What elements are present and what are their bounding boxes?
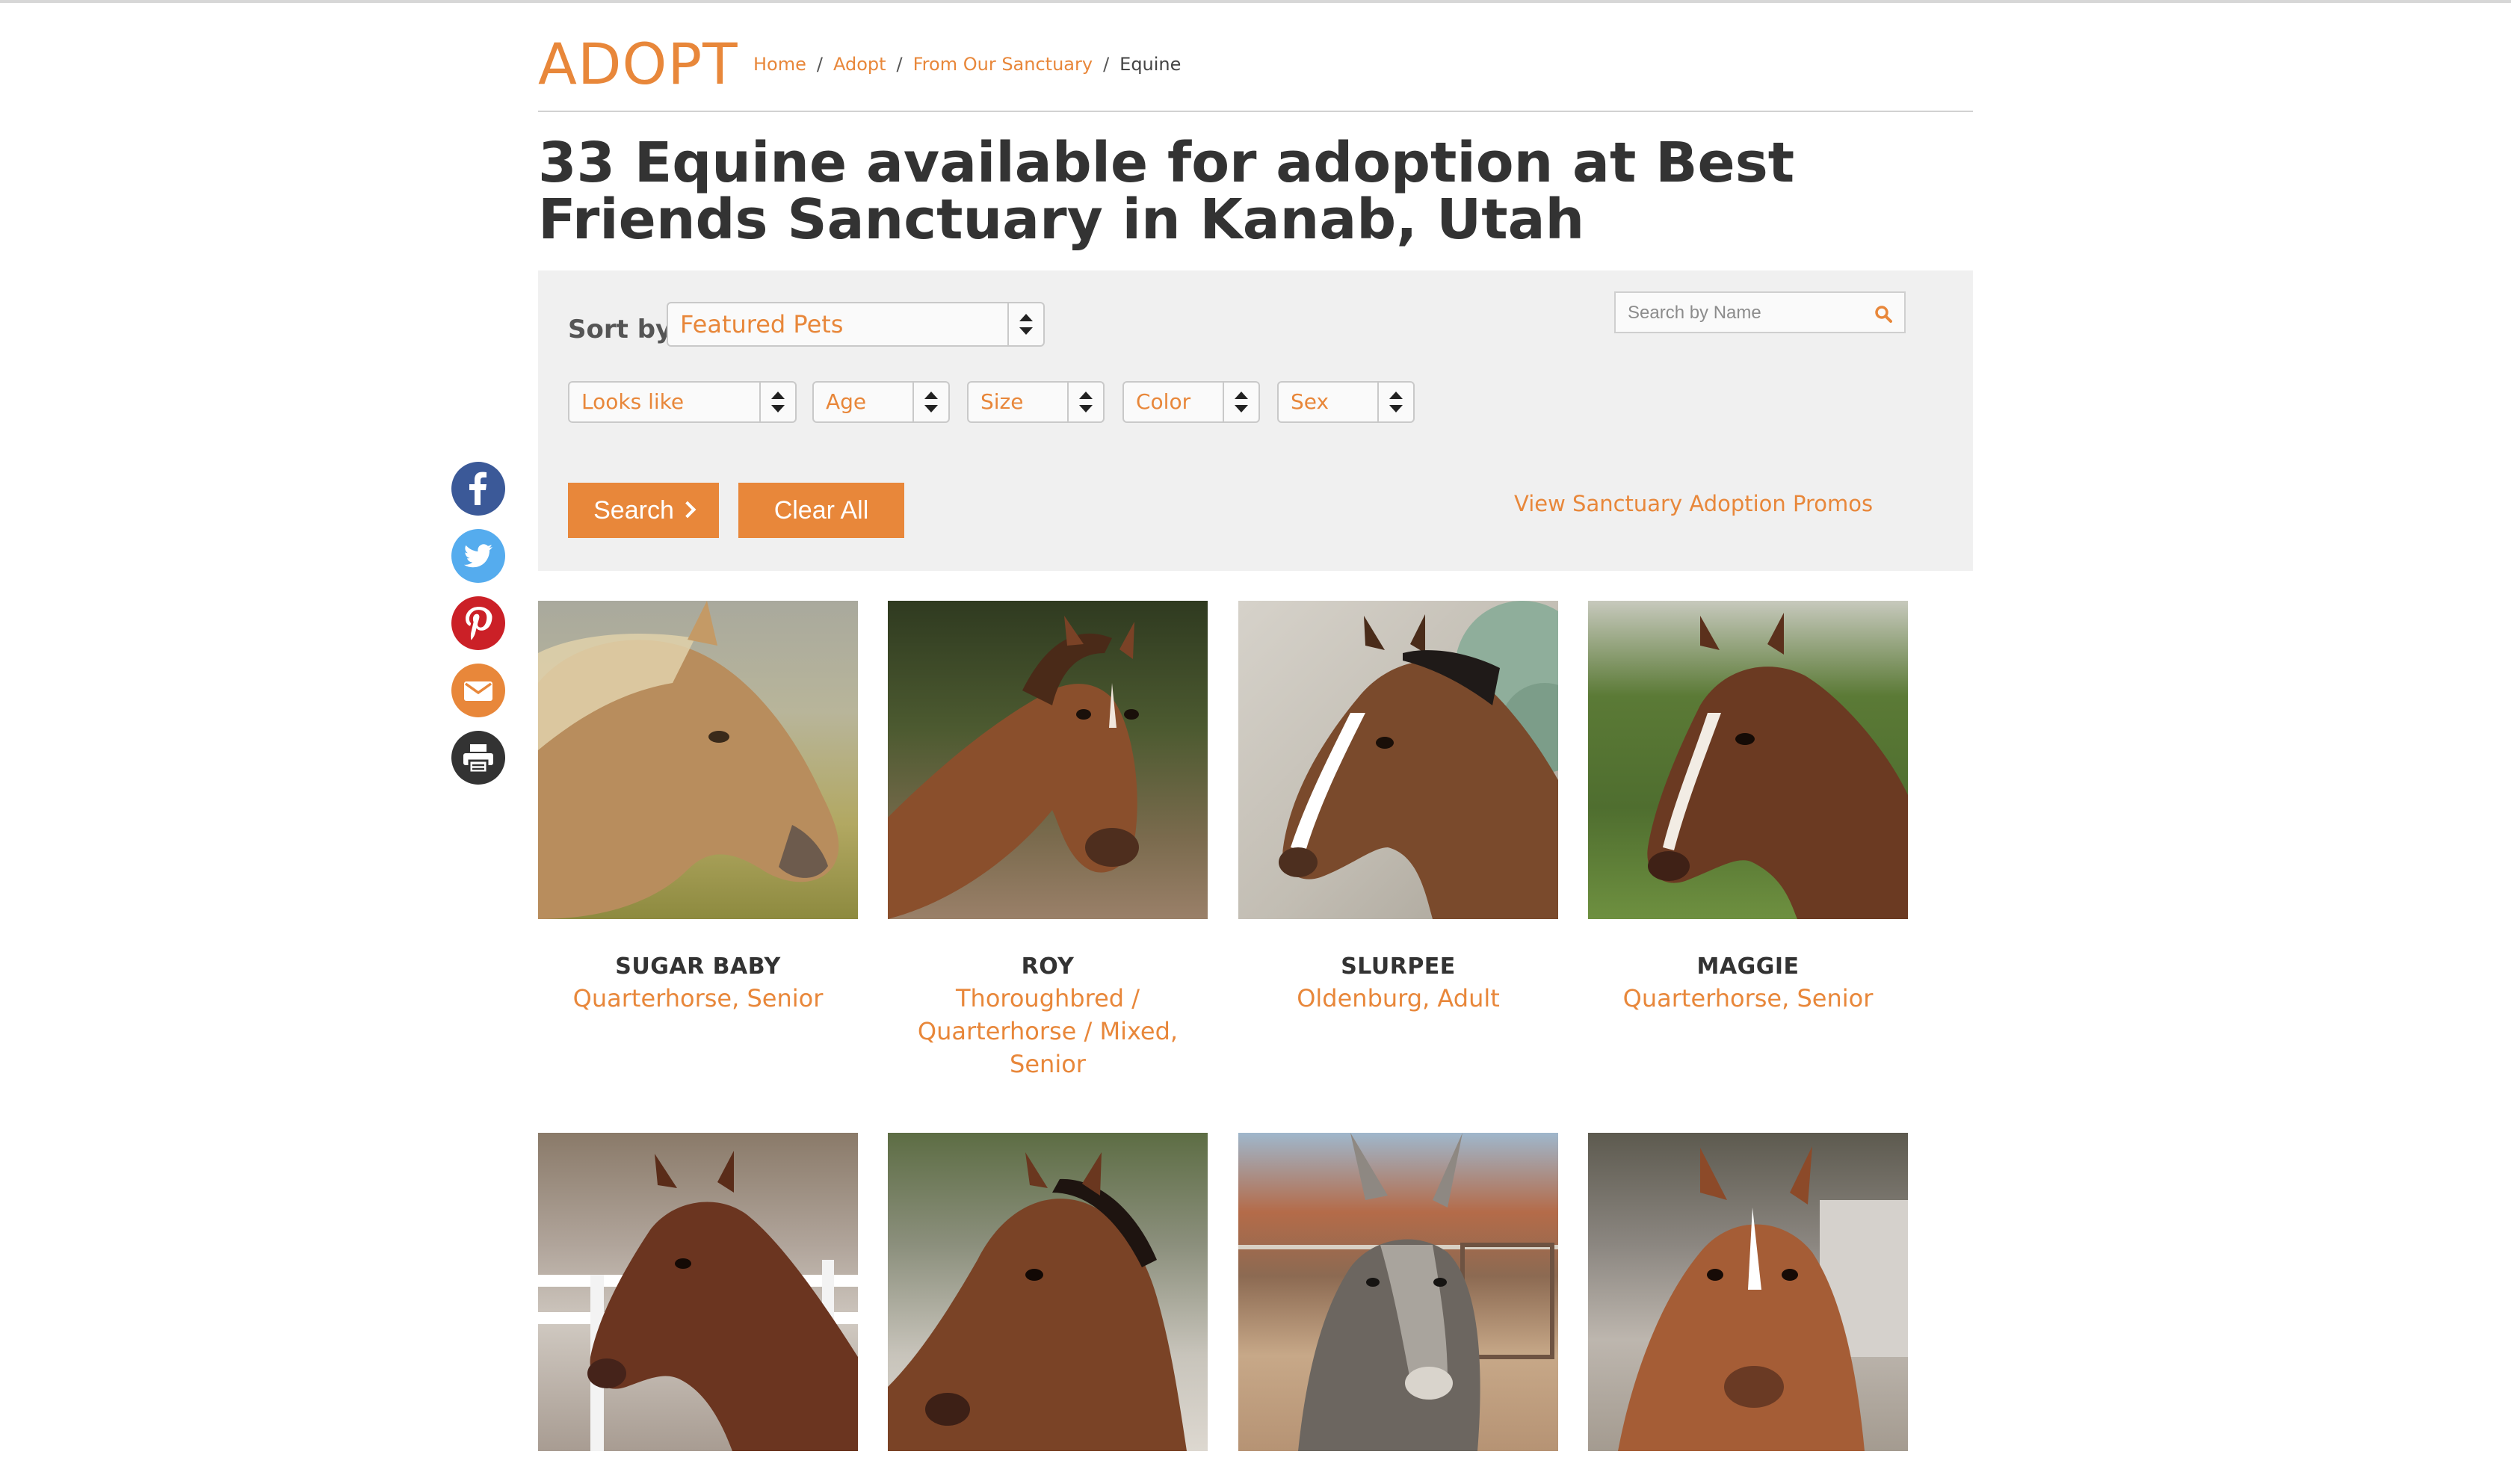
breadcrumb-separator: /: [816, 54, 823, 75]
pet-photo[interactable]: [1588, 1133, 1908, 1451]
breadcrumb-current: Equine: [1119, 54, 1182, 75]
color-value: Color: [1136, 389, 1191, 414]
looks-like-select[interactable]: Looks like: [568, 381, 797, 423]
pet-photo[interactable]: [888, 1133, 1208, 1451]
pet-name[interactable]: SUGAR BABY: [538, 952, 858, 982]
pet-card[interactable]: SLURPEE Oldenburg, Adult: [1238, 601, 1558, 1015]
sex-value: Sex: [1291, 389, 1329, 414]
sanctuary-promos-link[interactable]: View Sanctuary Adoption Promos: [1514, 487, 1873, 520]
sort-value: Featured Pets: [680, 310, 844, 338]
pet-name[interactable]: SLURPEE: [1238, 952, 1558, 982]
chevron-right-icon: [679, 501, 697, 519]
pet-description: Quarterhorse, Senior: [572, 984, 824, 1012]
search-button[interactable]: Search: [568, 483, 719, 538]
pet-card[interactable]: [538, 1133, 858, 1484]
age-select[interactable]: Age: [812, 381, 950, 423]
filter-panel: Sort by Featured Pets Looks like Age Siz…: [538, 270, 1973, 571]
section-title: ADOPT: [538, 31, 738, 97]
breadcrumb-separator: /: [1103, 54, 1110, 75]
pinterest-icon[interactable]: [451, 596, 505, 650]
pet-card[interactable]: [1588, 1133, 1908, 1484]
pet-photo[interactable]: [1588, 601, 1908, 919]
sort-label: Sort by: [568, 315, 673, 344]
pet-photo[interactable]: [1238, 601, 1558, 919]
twitter-icon[interactable]: [451, 529, 505, 583]
search-button-label: Search: [593, 496, 674, 525]
pet-description: Quarterhorse, Senior: [1622, 984, 1874, 1012]
breadcrumb-home[interactable]: Home: [753, 54, 806, 75]
breadcrumb-adopt[interactable]: Adopt: [833, 54, 886, 75]
pet-card[interactable]: SUGAR BABY Quarterhorse, Senior: [538, 601, 858, 1015]
clear-all-button[interactable]: Clear All: [738, 483, 904, 538]
top-border: [0, 0, 2511, 3]
pet-name[interactable]: MAGGIE: [1588, 952, 1908, 982]
email-icon[interactable]: [451, 664, 505, 717]
breadcrumb-separator: /: [896, 54, 903, 75]
pet-name[interactable]: ROY: [888, 952, 1208, 982]
pet-photo[interactable]: [888, 601, 1208, 919]
pet-card[interactable]: ROY Thoroughbred / Quarterhorse / Mixed,…: [888, 601, 1208, 1080]
sort-select[interactable]: Featured Pets: [667, 302, 1045, 347]
age-value: Age: [826, 389, 867, 414]
select-arrows-icon: [1067, 383, 1103, 421]
pet-photo[interactable]: [538, 1133, 858, 1451]
breadcrumb: Home / Adopt / From Our Sanctuary / Equine: [753, 49, 1181, 79]
breadcrumb-sanctuary[interactable]: From Our Sanctuary: [913, 54, 1093, 75]
page-title: 33 Equine available for adoption at Best…: [538, 131, 1795, 252]
sex-select[interactable]: Sex: [1277, 381, 1415, 423]
pet-card[interactable]: [1238, 1133, 1558, 1484]
pet-photo[interactable]: [1238, 1133, 1558, 1451]
select-arrows-icon: [759, 383, 795, 421]
print-icon[interactable]: [451, 731, 505, 785]
color-select[interactable]: Color: [1122, 381, 1260, 423]
facebook-icon[interactable]: [451, 462, 505, 516]
page-header: ADOPT Home / Adopt / From Our Sanctuary / Equi…: [538, 27, 1973, 112]
select-arrows-icon: [1223, 383, 1258, 421]
pet-card[interactable]: [888, 1133, 1208, 1484]
select-arrows-icon: [1007, 303, 1043, 345]
pet-description: Thoroughbred / Quarterhorse / Mixed, Sen…: [917, 984, 1179, 1078]
size-select[interactable]: Size: [967, 381, 1105, 423]
clear-all-label: Clear All: [773, 496, 869, 525]
search-input[interactable]: [1626, 299, 1853, 327]
search-by-name-field[interactable]: [1614, 291, 1906, 333]
pet-card[interactable]: MAGGIE Quarterhorse, Senior: [1588, 601, 1908, 1015]
pet-description: Oldenburg, Adult: [1297, 984, 1500, 1012]
select-arrows-icon: [912, 383, 948, 421]
select-arrows-icon: [1377, 383, 1413, 421]
size-value: Size: [980, 389, 1024, 414]
looks-like-value: Looks like: [581, 389, 685, 414]
pet-photo[interactable]: [538, 601, 858, 919]
search-icon[interactable]: [1874, 305, 1892, 323]
